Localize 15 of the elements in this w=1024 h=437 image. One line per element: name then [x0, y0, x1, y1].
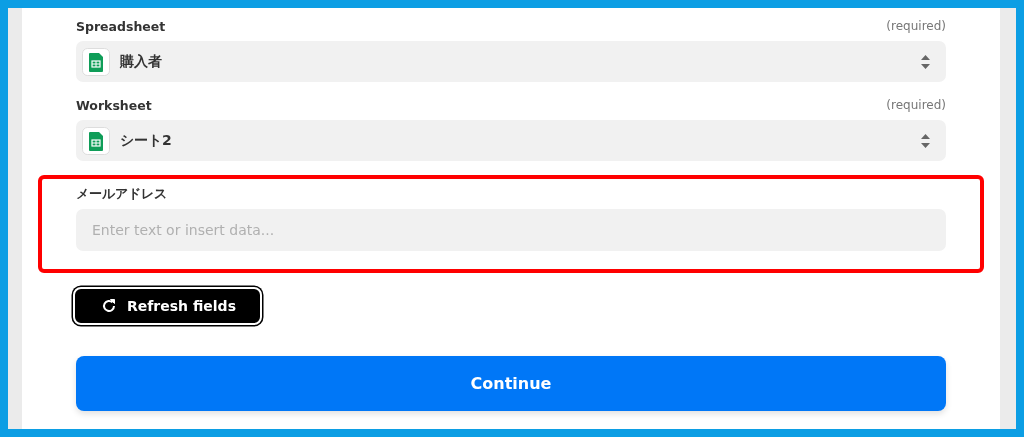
spreadsheet-icon	[82, 47, 110, 76]
refresh-button[interactable]: Refresh fields	[73, 287, 262, 325]
select-field[interactable]: シート2	[76, 120, 946, 161]
refresh-icon	[101, 298, 117, 314]
input-field[interactable]: Enter text or insert data...	[76, 209, 946, 251]
field-label: Worksheet	[76, 97, 152, 113]
sort-arrows-icon	[921, 133, 930, 148]
sort-arrows-icon	[921, 54, 930, 69]
select-field[interactable]: 購入者	[76, 41, 946, 82]
spreadsheet-icon	[82, 126, 110, 155]
continue-button[interactable]: Continue	[76, 356, 946, 411]
required-note: (required)	[886, 98, 946, 112]
required-note: (required)	[886, 19, 946, 33]
field-label: Spreadsheet	[76, 18, 166, 34]
field-label: メールアドレス	[76, 185, 167, 203]
